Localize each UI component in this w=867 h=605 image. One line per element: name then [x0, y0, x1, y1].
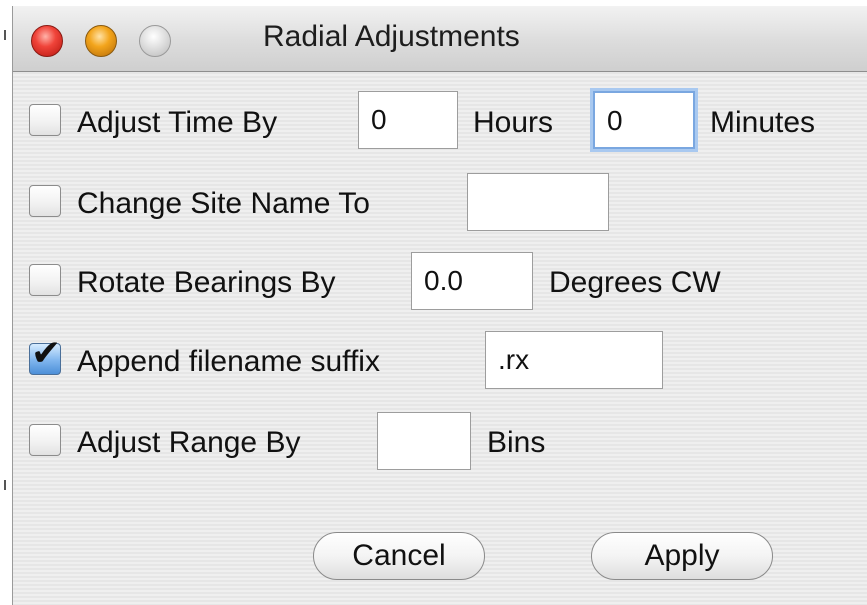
adjust-range-label: Adjust Range By	[77, 426, 301, 459]
adjust-time-minutes-field[interactable]: 0	[593, 91, 695, 149]
filename-suffix-field[interactable]: .rx	[485, 331, 663, 389]
apply-button[interactable]: Apply	[591, 532, 773, 580]
screen: Radial Adjustments Adjust Time By 0 Hour…	[0, 0, 867, 605]
adjust-range-field[interactable]	[377, 412, 471, 470]
append-suffix-checkbox[interactable]: ✔	[29, 335, 61, 375]
background-tick-mark	[4, 30, 6, 40]
append-suffix-label: Append filename suffix	[77, 345, 380, 378]
adjust-range-checkbox[interactable]	[29, 424, 61, 456]
change-site-name-label: Change Site Name To	[77, 187, 370, 220]
append-suffix-row: ✔ Append filename suffix .rx	[13, 329, 867, 389]
adjust-time-hours-field[interactable]: 0	[358, 91, 458, 149]
site-name-field[interactable]	[467, 173, 609, 231]
adjust-time-checkbox[interactable]	[29, 104, 61, 136]
change-site-name-checkbox[interactable]	[29, 185, 61, 217]
bins-unit-label: Bins	[487, 426, 546, 459]
dialog-window: Radial Adjustments Adjust Time By 0 Hour…	[12, 6, 867, 605]
window-title: Radial Adjustments	[263, 20, 520, 53]
background-tick-mark	[4, 480, 6, 490]
cancel-button[interactable]: Cancel	[313, 532, 485, 580]
close-button[interactable]	[31, 25, 63, 57]
adjust-range-row: Adjust Range By Bins	[13, 410, 867, 470]
adjust-time-row: Adjust Time By 0 Hours 0 Minutes	[13, 91, 867, 151]
degrees-cw-unit-label: Degrees CW	[549, 266, 721, 299]
rotate-bearings-checkbox[interactable]	[29, 264, 61, 296]
rotate-bearings-label: Rotate Bearings By	[77, 266, 336, 299]
rotate-bearings-row: Rotate Bearings By 0.0 Degrees CW	[13, 250, 867, 310]
minimize-button[interactable]	[85, 25, 117, 57]
change-site-name-row: Change Site Name To	[13, 171, 867, 231]
checkmark-icon: ✔	[31, 332, 62, 373]
hours-unit-label: Hours	[473, 106, 554, 139]
zoom-button[interactable]	[139, 25, 171, 57]
minutes-unit-label: Minutes	[710, 106, 816, 139]
rotate-bearings-field[interactable]: 0.0	[411, 252, 533, 310]
title-bar[interactable]: Radial Adjustments	[13, 6, 867, 72]
adjust-time-label: Adjust Time By	[77, 106, 278, 139]
